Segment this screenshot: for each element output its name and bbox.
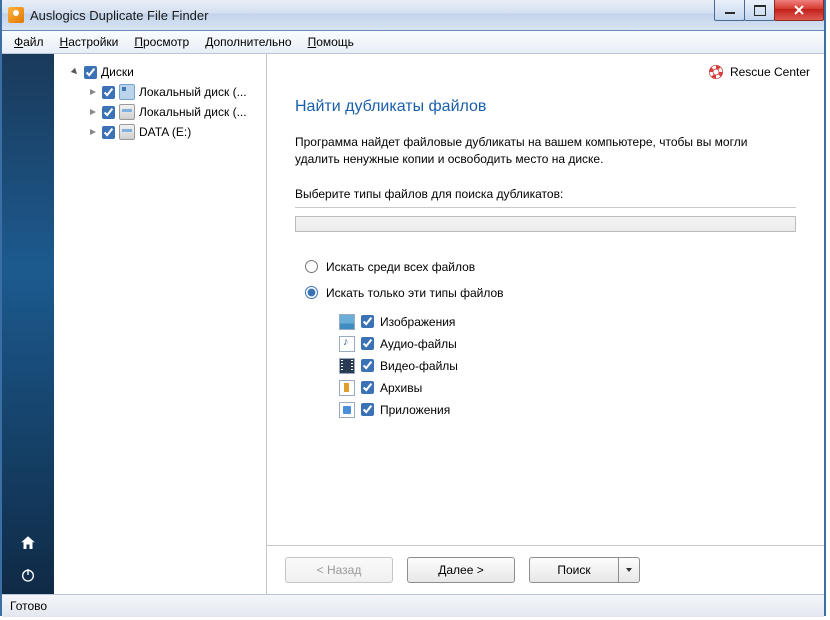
- filetype-apps: Приложения: [339, 402, 796, 418]
- radio-search-types[interactable]: Искать только эти типы файлов: [305, 286, 796, 300]
- tree-root[interactable]: Диски: [54, 62, 262, 82]
- page-heading: Найти дубликаты файлов: [295, 98, 796, 116]
- window-title: Auslogics Duplicate File Finder: [30, 8, 208, 23]
- disk-icon: [119, 84, 135, 100]
- video-icon: [339, 358, 355, 374]
- tree-node-0[interactable]: Локальный диск (...: [54, 82, 262, 102]
- menu-settings[interactable]: Настройки: [52, 31, 127, 53]
- radio-search-all-label: Искать среди всех файлов: [326, 260, 475, 274]
- power-icon[interactable]: [19, 566, 37, 584]
- radio-search-all-input[interactable]: [305, 260, 318, 273]
- menu-help[interactable]: Помощь: [300, 31, 362, 53]
- radio-search-types-label: Искать только эти типы файлов: [326, 286, 504, 300]
- filetype-images-checkbox[interactable]: [361, 315, 374, 328]
- rescue-center-link[interactable]: Rescue Center: [708, 64, 810, 80]
- menu-advanced[interactable]: Дополнительно: [197, 31, 299, 53]
- chevron-down-icon: [625, 566, 633, 574]
- radio-search-types-input[interactable]: [305, 286, 318, 299]
- image-icon: [339, 314, 355, 330]
- filetype-video-checkbox[interactable]: [361, 359, 374, 372]
- button-bar: < Назад Далее > Поиск: [267, 545, 824, 594]
- close-button[interactable]: [774, 0, 824, 21]
- tree-node-checkbox[interactable]: [102, 86, 115, 99]
- menubar: Файл Настройки Просмотр Дополнительно По…: [2, 31, 824, 54]
- home-icon[interactable]: [19, 534, 37, 552]
- tree-node-2[interactable]: DATA (E:): [54, 122, 262, 142]
- expander-icon[interactable]: [70, 67, 80, 77]
- titlebar: Auslogics Duplicate File Finder: [2, 0, 824, 31]
- lifebuoy-icon: [708, 64, 724, 80]
- filetype-archives-checkbox[interactable]: [361, 381, 374, 394]
- back-button: < Назад: [285, 557, 393, 583]
- menu-view[interactable]: Просмотр: [126, 31, 197, 53]
- next-button[interactable]: Далее >: [407, 557, 515, 583]
- application-icon: [339, 402, 355, 418]
- rescue-center-label: Rescue Center: [730, 65, 810, 79]
- search-button[interactable]: Поиск: [529, 557, 619, 583]
- menu-file[interactable]: Файл: [6, 31, 52, 53]
- tree-root-label: Диски: [101, 65, 134, 79]
- minimize-button[interactable]: [714, 0, 745, 21]
- expander-icon[interactable]: [88, 127, 98, 137]
- filetype-video-label: Видео-файлы: [380, 359, 458, 373]
- filetype-archives-label: Архивы: [380, 381, 422, 395]
- sidebar: [2, 54, 54, 594]
- tree-node-label: Локальный диск (...: [139, 85, 247, 99]
- content: Найти дубликаты файлов Программа найдет …: [267, 54, 824, 418]
- maximize-button[interactable]: [744, 0, 775, 21]
- status-bar: Готово: [2, 594, 824, 617]
- page-description: Программа найдет файловые дубликаты на в…: [295, 134, 765, 169]
- tree-root-checkbox[interactable]: [84, 66, 97, 79]
- disk-icon: [119, 124, 135, 140]
- tree-node-label: DATA (E:): [139, 125, 191, 139]
- filetype-archives: Архивы: [339, 380, 796, 396]
- disk-icon: [119, 104, 135, 120]
- section-label: Выберите типы файлов для поиска дубликат…: [295, 187, 796, 201]
- divider: [295, 207, 796, 208]
- filetype-list: Изображения Аудио-файлы Видео-файлы: [339, 314, 796, 418]
- app-window: Auslogics Duplicate File Finder Файл Нас…: [0, 0, 826, 616]
- expander-icon[interactable]: [88, 87, 98, 97]
- radio-search-all[interactable]: Искать среди всех файлов: [305, 260, 796, 274]
- filetype-audio: Аудио-файлы: [339, 336, 796, 352]
- filetype-audio-checkbox[interactable]: [361, 337, 374, 350]
- filetype-video: Видео-файлы: [339, 358, 796, 374]
- filetype-images-label: Изображения: [380, 315, 455, 329]
- tree-node-1[interactable]: Локальный диск (...: [54, 102, 262, 122]
- search-dropdown[interactable]: [619, 557, 640, 583]
- body: Диски Локальный диск (... Локальный диск…: [2, 54, 824, 594]
- filetype-apps-checkbox[interactable]: [361, 403, 374, 416]
- tree-node-label: Локальный диск (...: [139, 105, 247, 119]
- main-panel: Rescue Center Найти дубликаты файлов Про…: [267, 54, 824, 594]
- tree-node-checkbox[interactable]: [102, 126, 115, 139]
- search-button-group: Поиск: [529, 557, 640, 583]
- window-controls: [715, 0, 824, 20]
- expander-icon[interactable]: [88, 107, 98, 117]
- tree-node-checkbox[interactable]: [102, 106, 115, 119]
- filetype-apps-label: Приложения: [380, 403, 450, 417]
- drive-tree: Диски Локальный диск (... Локальный диск…: [54, 54, 267, 594]
- status-text: Готово: [10, 599, 47, 613]
- filetype-images: Изображения: [339, 314, 796, 330]
- progress-bar: [295, 216, 796, 232]
- filetype-audio-label: Аудио-файлы: [380, 337, 457, 351]
- archive-icon: [339, 380, 355, 396]
- app-icon: [8, 7, 24, 23]
- audio-icon: [339, 336, 355, 352]
